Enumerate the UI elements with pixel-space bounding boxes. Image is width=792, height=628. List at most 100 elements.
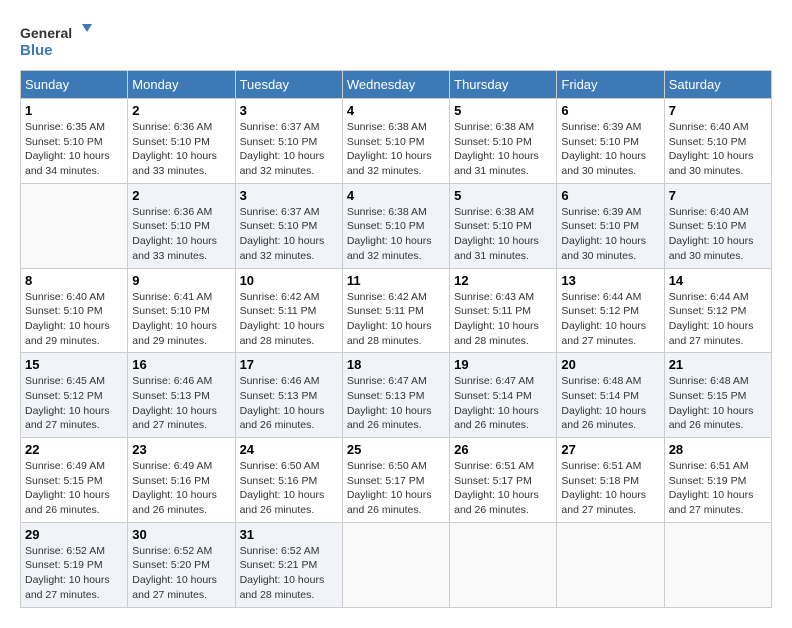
calendar-cell: 6 Sunrise: 6:39 AMSunset: 5:10 PMDaylight… [557,99,664,184]
calendar-cell: 7 Sunrise: 6:40 AMSunset: 5:10 PMDaylight… [664,183,771,268]
day-number: 1 [25,103,123,118]
calendar-cell: 3Sunrise: 6:37 AMSunset: 5:10 PMDaylight… [235,99,342,184]
logo-svg: General Blue [20,20,100,60]
day-info: Sunrise: 6:40 AMSunset: 5:10 PMDaylight:… [669,205,767,264]
day-number: 16 [132,357,230,372]
calendar-cell: 15Sunrise: 6:45 AMSunset: 5:12 PMDayligh… [21,353,128,438]
day-number: 18 [347,357,445,372]
day-number: 5 [454,188,552,203]
day-number: 6 [561,103,659,118]
calendar-cell [342,522,449,607]
day-of-week-header: Saturday [664,71,771,99]
day-info: Sunrise: 6:46 AMSunset: 5:13 PMDaylight:… [240,374,338,433]
day-info: Sunrise: 6:39 AMSunset: 5:10 PMDaylight:… [561,120,659,179]
day-info: Sunrise: 6:46 AMSunset: 5:13 PMDaylight:… [132,374,230,433]
calendar-week-row: 1Sunrise: 6:35 AMSunset: 5:10 PMDaylight… [21,99,772,184]
calendar-cell: 3Sunrise: 6:37 AMSunset: 5:10 PMDaylight… [235,183,342,268]
calendar-cell: 2Sunrise: 6:36 AMSunset: 5:10 PMDaylight… [128,99,235,184]
day-info: Sunrise: 6:44 AMSunset: 5:12 PMDaylight:… [561,290,659,349]
day-info: Sunrise: 6:41 AMSunset: 5:10 PMDaylight:… [132,290,230,349]
day-number: 5 [454,103,552,118]
calendar-cell: 22 Sunrise: 6:49 AMSunset: 5:15 PMDayligh… [21,438,128,523]
calendar-cell: 6 Sunrise: 6:39 AMSunset: 5:10 PMDaylight… [557,183,664,268]
day-info: Sunrise: 6:49 AMSunset: 5:15 PMDaylight:… [25,459,123,518]
calendar-cell: 20Sunrise: 6:48 AMSunset: 5:14 PMDayligh… [557,353,664,438]
calendar-cell: 25Sunrise: 6:50 AMSunset: 5:17 PMDayligh… [342,438,449,523]
day-number: 23 [132,442,230,457]
day-number: 12 [454,273,552,288]
day-info: Sunrise: 6:36 AMSunset: 5:10 PMDaylight:… [132,205,230,264]
day-of-week-header: Wednesday [342,71,449,99]
day-info: Sunrise: 6:50 AMSunset: 5:17 PMDaylight:… [347,459,445,518]
calendar-cell: 1Sunrise: 6:35 AMSunset: 5:10 PMDaylight… [21,99,128,184]
day-info: Sunrise: 6:52 AMSunset: 5:21 PMDaylight:… [240,544,338,603]
day-number: 2 [132,188,230,203]
calendar-cell: 19 Sunrise: 6:47 AMSunset: 5:14 PMDayligh… [450,353,557,438]
day-info: Sunrise: 6:51 AMSunset: 5:17 PMDaylight:… [454,459,552,518]
day-number: 10 [240,273,338,288]
day-of-week-header: Friday [557,71,664,99]
calendar-cell: 10 Sunrise: 6:42 AMSunset: 5:11 PMDayligh… [235,268,342,353]
calendar-cell: 28Sunrise: 6:51 AMSunset: 5:19 PMDayligh… [664,438,771,523]
day-of-week-header: Monday [128,71,235,99]
day-info: Sunrise: 6:50 AMSunset: 5:16 PMDaylight:… [240,459,338,518]
day-info: Sunrise: 6:42 AMSunset: 5:11 PMDaylight:… [240,290,338,349]
day-number: 7 [669,188,767,203]
day-info: Sunrise: 6:51 AMSunset: 5:18 PMDaylight:… [561,459,659,518]
day-number: 4 [347,188,445,203]
day-number: 26 [454,442,552,457]
day-info: Sunrise: 6:48 AMSunset: 5:14 PMDaylight:… [561,374,659,433]
day-number: 24 [240,442,338,457]
calendar-cell: 18Sunrise: 6:47 AMSunset: 5:13 PMDayligh… [342,353,449,438]
day-number: 9 [132,273,230,288]
calendar-cell: 12Sunrise: 6:43 AMSunset: 5:11 PMDayligh… [450,268,557,353]
day-number: 4 [347,103,445,118]
day-info: Sunrise: 6:45 AMSunset: 5:12 PMDaylight:… [25,374,123,433]
day-number: 8 [25,273,123,288]
calendar-cell: 16 Sunrise: 6:46 AMSunset: 5:13 PMDayligh… [128,353,235,438]
calendar-cell: 5 Sunrise: 6:38 AMSunset: 5:10 PMDaylight… [450,99,557,184]
svg-text:General: General [20,25,72,41]
calendar-cell: 9 Sunrise: 6:41 AMSunset: 5:10 PMDaylight… [128,268,235,353]
calendar-cell: 7Sunrise: 6:40 AMSunset: 5:10 PMDaylight… [664,99,771,184]
calendar-cell: 30Sunrise: 6:52 AMSunset: 5:20 PMDayligh… [128,522,235,607]
calendar-week-row: 15Sunrise: 6:45 AMSunset: 5:12 PMDayligh… [21,353,772,438]
calendar-cell: 5Sunrise: 6:38 AMSunset: 5:10 PMDaylight… [450,183,557,268]
logo: General Blue [20,20,100,60]
day-number: 7 [669,103,767,118]
day-info: Sunrise: 6:42 AMSunset: 5:11 PMDaylight:… [347,290,445,349]
calendar-cell: 8 Sunrise: 6:40 AMSunset: 5:10 PMDaylight… [21,268,128,353]
calendar-header-row: SundayMondayTuesdayWednesdayThursdayFrid… [21,71,772,99]
day-number: 22 [25,442,123,457]
day-of-week-header: Sunday [21,71,128,99]
day-info: Sunrise: 6:40 AMSunset: 5:10 PMDaylight:… [25,290,123,349]
day-number: 19 [454,357,552,372]
calendar-cell: 4Sunrise: 6:38 AMSunset: 5:10 PMDaylight… [342,183,449,268]
day-number: 13 [561,273,659,288]
day-info: Sunrise: 6:38 AMSunset: 5:10 PMDaylight:… [454,120,552,179]
calendar-cell: 26 Sunrise: 6:51 AMSunset: 5:17 PMDayligh… [450,438,557,523]
day-info: Sunrise: 6:38 AMSunset: 5:10 PMDaylight:… [347,120,445,179]
day-number: 28 [669,442,767,457]
day-info: Sunrise: 6:37 AMSunset: 5:10 PMDaylight:… [240,120,338,179]
calendar-cell: 4 Sunrise: 6:38 AMSunset: 5:10 PMDaylight… [342,99,449,184]
calendar-cell: 11 Sunrise: 6:42 AMSunset: 5:11 PMDayligh… [342,268,449,353]
day-number: 29 [25,527,123,542]
day-number: 6 [561,188,659,203]
day-info: Sunrise: 6:52 AMSunset: 5:19 PMDaylight:… [25,544,123,603]
svg-text:Blue: Blue [20,42,53,59]
calendar-cell [450,522,557,607]
day-number: 27 [561,442,659,457]
calendar-week-row: 29 Sunrise: 6:52 AMSunset: 5:19 PMDayligh… [21,522,772,607]
calendar-cell [21,183,128,268]
day-info: Sunrise: 6:37 AMSunset: 5:10 PMDaylight:… [240,205,338,264]
day-info: Sunrise: 6:44 AMSunset: 5:12 PMDaylight:… [669,290,767,349]
calendar-cell: 31Sunrise: 6:52 AMSunset: 5:21 PMDayligh… [235,522,342,607]
day-info: Sunrise: 6:47 AMSunset: 5:14 PMDaylight:… [454,374,552,433]
calendar-cell: 27 Sunrise: 6:51 AMSunset: 5:18 PMDayligh… [557,438,664,523]
calendar-week-row: 22 Sunrise: 6:49 AMSunset: 5:15 PMDayligh… [21,438,772,523]
day-number: 11 [347,273,445,288]
day-info: Sunrise: 6:39 AMSunset: 5:10 PMDaylight:… [561,205,659,264]
calendar-week-row: 8 Sunrise: 6:40 AMSunset: 5:10 PMDaylight… [21,268,772,353]
calendar-cell: 21Sunrise: 6:48 AMSunset: 5:15 PMDayligh… [664,353,771,438]
